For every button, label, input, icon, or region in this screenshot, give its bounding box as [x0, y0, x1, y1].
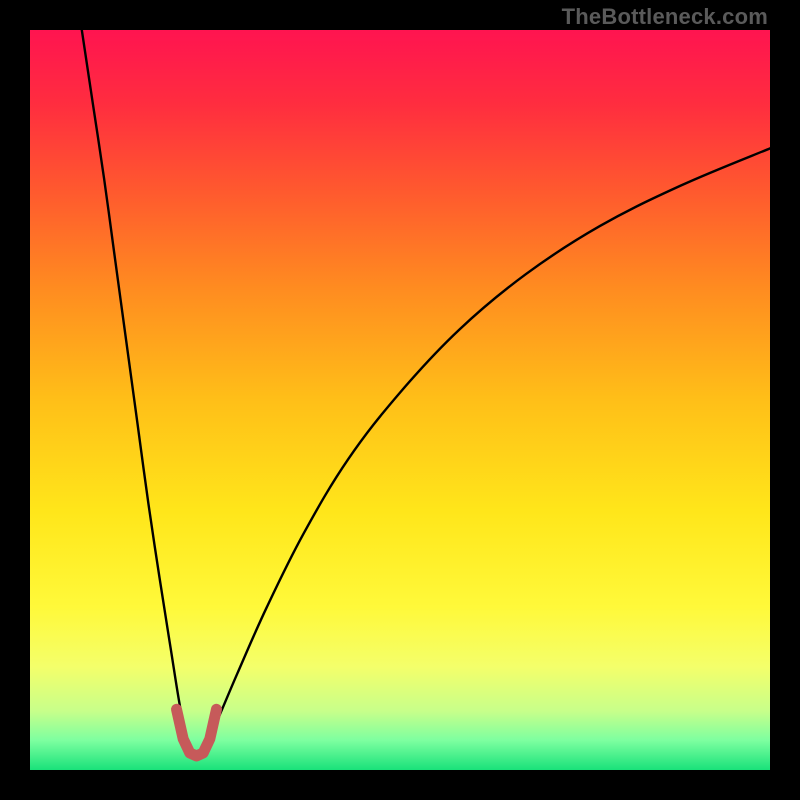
gradient-background [30, 30, 770, 770]
watermark-text: TheBottleneck.com [562, 4, 768, 30]
bottleneck-curve-chart [30, 30, 770, 770]
chart-frame [30, 30, 770, 770]
